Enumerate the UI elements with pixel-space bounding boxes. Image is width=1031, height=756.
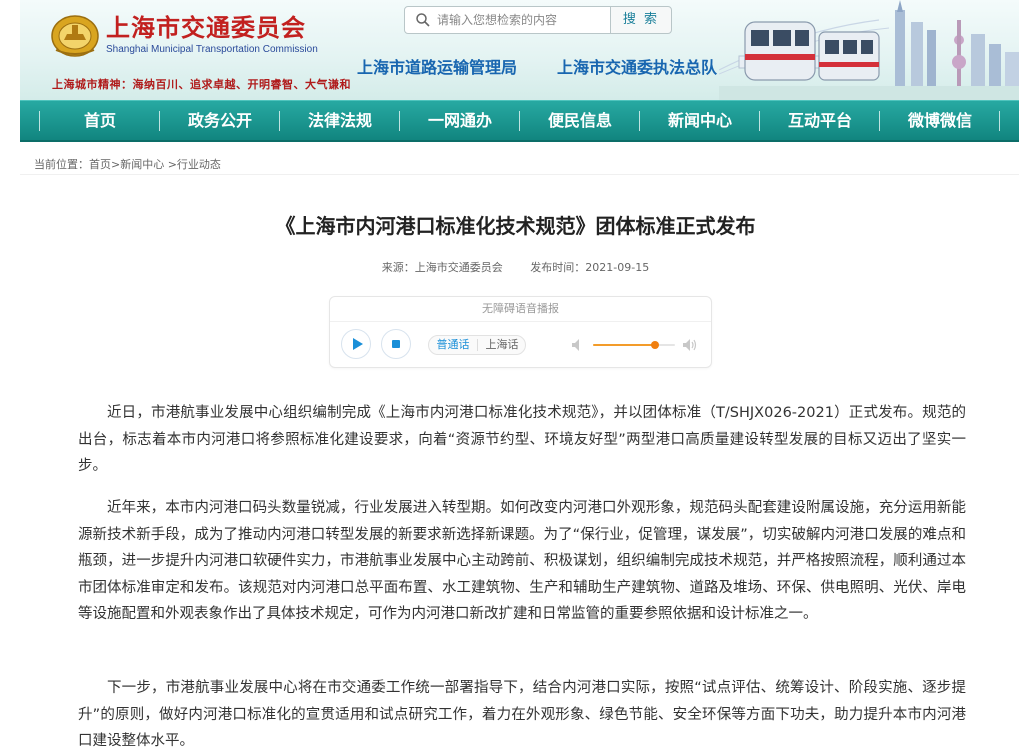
breadcrumb[interactable]: 当前位置：首页>新闻中心 >行业动态 <box>34 156 221 172</box>
accessible-audio-player: 无障碍语音播报 普通话 上海话 <box>329 296 712 368</box>
nav-item-one-stop-service[interactable]: 一网通办 <box>400 101 520 141</box>
player-title: 无障碍语音播报 <box>330 297 711 322</box>
site-header: 上海市交通委员会 Shanghai Municipal Transportati… <box>20 0 1019 100</box>
content-divider <box>20 174 1019 175</box>
article-paragraph: 下一步，市港航事业发展中心将在市交通委工作统一部署指导下，结合内河港口实际，按照… <box>78 680 966 749</box>
article-paragraph: 近年来，本市内河港口码头数量锐减，行业发展进入转型期。如何改变内河港口外观形象，… <box>78 500 966 622</box>
play-button[interactable] <box>341 329 371 359</box>
nav-divider <box>999 111 1000 131</box>
play-icon <box>353 338 363 350</box>
enforcement-team-link[interactable]: 上海市交通委执法总队 <box>557 54 717 78</box>
city-spirit-slogan: 上海城市精神：海纳百川、追求卓越、开明睿智、大气谦和 <box>52 78 351 91</box>
volume-up-icon[interactable] <box>682 337 698 353</box>
nav-item-home[interactable]: 首页 <box>40 101 160 141</box>
city-skyline-illustration <box>719 0 1019 100</box>
search-bar: 搜 索 <box>404 6 680 34</box>
site-title[interactable]: 上海市交通委员会 <box>106 8 306 43</box>
main-nav: 首页 政务公开 法律法规 一网通办 便民信息 新闻中心 互动平台 微博微信 <box>20 100 1019 142</box>
volume-slider[interactable] <box>593 341 675 349</box>
search-input[interactable] <box>437 11 607 29</box>
stop-icon <box>392 340 400 348</box>
search-box[interactable] <box>404 6 611 34</box>
article-paragraph: 近日，市港航事业发展中心组织编制完成《上海市内河港口标准化技术规范》，并以团体标… <box>78 405 966 474</box>
article-title: 《上海市内河港口标准化技术规范》团体标准正式发布 <box>275 214 756 238</box>
search-button[interactable]: 搜 索 <box>610 6 672 34</box>
nav-item-news-center[interactable]: 新闻中心 <box>640 101 760 141</box>
lang-option-shanghainese[interactable]: 上海话 <box>478 336 526 354</box>
emblem-logo-icon[interactable] <box>50 12 100 58</box>
nav-item-laws[interactable]: 法律法规 <box>280 101 400 141</box>
nav-item-weibo-wechat[interactable]: 微博微信 <box>880 101 1000 141</box>
volume-down-icon[interactable] <box>570 337 586 353</box>
search-icon <box>416 13 430 27</box>
article-meta: 来源：上海市交通委员会 发布时间：2021-09-15 <box>0 259 1031 275</box>
article-date: 发布时间：2021-09-15 <box>530 261 650 274</box>
road-transport-bureau-link[interactable]: 上海市道路运输管理局 <box>357 54 517 78</box>
site-subtitle: Shanghai Municipal Transportation Commis… <box>106 44 318 55</box>
volume-slider-handle[interactable] <box>650 341 659 349</box>
language-switch: 普通话 上海话 <box>428 335 526 355</box>
volume-slider-fill <box>593 344 655 346</box>
nav-item-interaction[interactable]: 互动平台 <box>760 101 880 141</box>
nav-item-public-info[interactable]: 便民信息 <box>520 101 640 141</box>
lang-option-mandarin[interactable]: 普通话 <box>429 336 477 354</box>
article-source: 来源：上海市交通委员会 <box>381 261 503 274</box>
nav-item-government-affairs[interactable]: 政务公开 <box>160 101 280 141</box>
stop-button[interactable] <box>381 329 411 359</box>
